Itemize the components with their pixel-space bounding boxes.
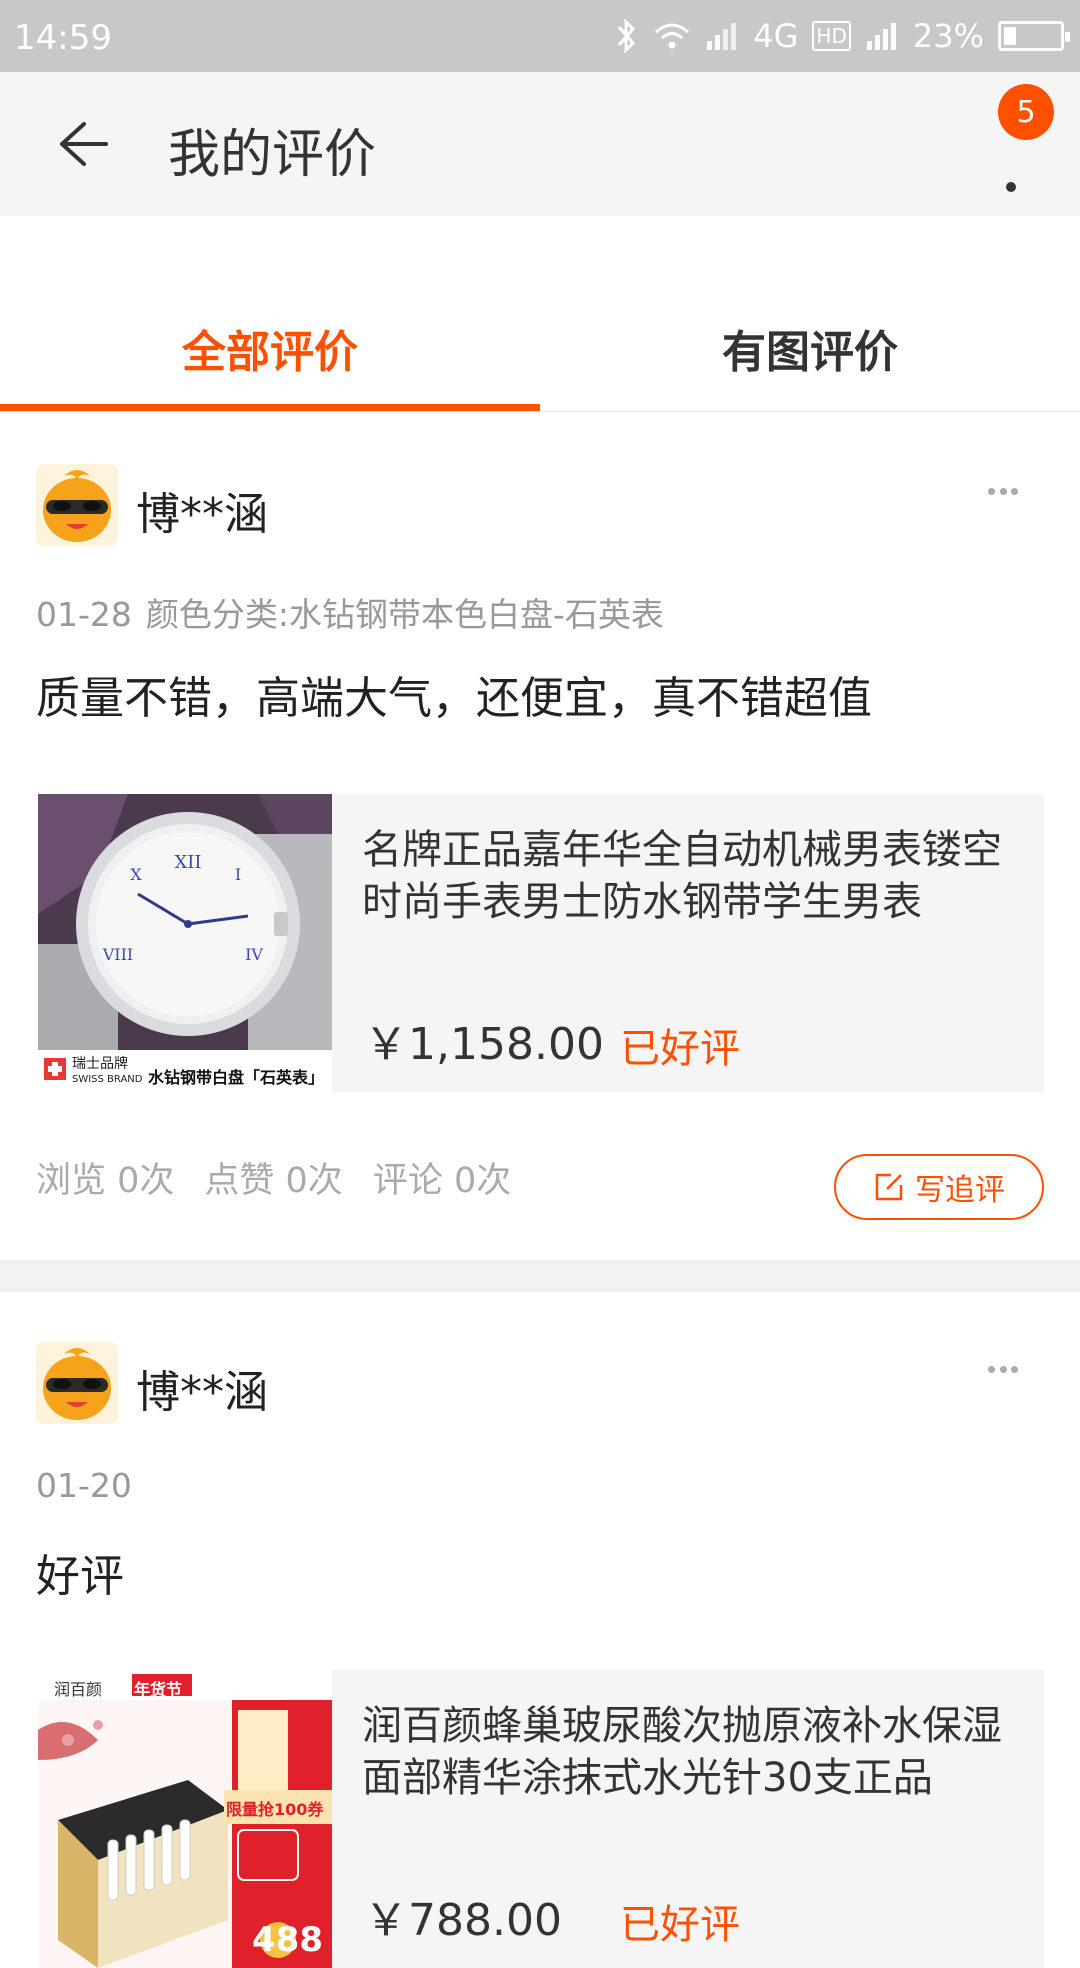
network-type: 4G	[753, 17, 799, 55]
product-card[interactable]: XII I X VIII IV 瑞士品牌 SWISS BRAND 水钻钢带白盘「…	[38, 794, 1044, 1092]
tab-all-reviews[interactable]: 全部评价	[0, 316, 540, 380]
active-tab-indicator	[0, 404, 540, 411]
signal-icon-2	[866, 23, 896, 50]
nav-bar: 我的评价	[0, 72, 1080, 216]
comment-count: 评论 0次	[372, 1161, 512, 1201]
card-separator	[0, 1260, 1080, 1292]
notification-badge: 5	[998, 84, 1054, 140]
svg-text:XII: XII	[174, 852, 201, 873]
image-promo: 实付满488送	[234, 1679, 320, 1695]
more-dot	[1006, 182, 1016, 192]
product-image: XII I X VIII IV 瑞士品牌 SWISS BRAND 水钻钢带白盘「…	[38, 794, 332, 1092]
arrow-left-icon	[60, 122, 108, 166]
svg-text:X: X	[130, 865, 142, 884]
wifi-icon	[655, 23, 690, 49]
avatar-image	[36, 464, 118, 546]
username: 博**涵	[136, 489, 268, 540]
product-price: ￥788.00	[364, 1895, 562, 1946]
review-text: 好评	[36, 1551, 124, 1602]
svg-text:VIII: VIII	[102, 945, 134, 964]
review-more-button[interactable]	[988, 1364, 1018, 1374]
review-date: 01-28	[36, 595, 132, 634]
image-caption-desc: 水钻钢带白盘「石英表」	[148, 1068, 325, 1087]
bluetooth-icon	[618, 18, 636, 54]
review-sku: 颜色分类:水钻钢带本色白盘-石英表	[145, 595, 664, 634]
image-tag: 年货节	[134, 1680, 183, 1699]
avatar-image	[36, 1342, 118, 1424]
username: 博**涵	[136, 1367, 268, 1418]
image-brand: 润百颜	[54, 1680, 103, 1699]
review-text: 质量不错，高端大气，还便宜，真不错超值	[36, 673, 872, 724]
status-bar: 14:59 4G HD 23%	[0, 0, 1080, 72]
avatar[interactable]	[36, 1342, 118, 1424]
view-count: 浏览 0次	[36, 1161, 175, 1201]
avatar[interactable]	[36, 464, 118, 546]
image-limit: 限量抢100券	[226, 1800, 324, 1819]
review-status: 已好评	[620, 1902, 740, 1948]
edit-icon	[875, 1173, 903, 1201]
review-card: 博**涵 01-20 好评 润百颜 年货节 实付满488送 限量抢100券 48…	[0, 1292, 1080, 1968]
review-stats: 浏览 0次 点赞 0次 评论 0次	[36, 1152, 511, 1203]
image-caption: 瑞士品牌 SWISS BRAND	[72, 1056, 143, 1085]
image-price: 488	[252, 1920, 323, 1960]
product-image: 润百颜 年货节 实付满488送 限量抢100券 488	[38, 1670, 332, 1968]
review-card: 博**涵 01-28 颜色分类:水钻钢带本色白盘-石英表 质量不错，高端大气，还便…	[0, 412, 1080, 1260]
write-followup-label: 写追评	[915, 1173, 1005, 1208]
tab-photo-reviews[interactable]: 有图评价	[540, 316, 1080, 380]
signal-icon	[707, 23, 737, 50]
like-count: 点赞 0次	[204, 1161, 343, 1201]
review-meta: 01-20	[36, 1466, 132, 1505]
product-card[interactable]: 润百颜 年货节 实付满488送 限量抢100券 488 润百颜蜂巢玻尿酸次抛原液…	[38, 1670, 1044, 1968]
review-meta: 01-28 颜色分类:水钻钢带本色白盘-石英表	[36, 588, 664, 636]
product-price: ￥1,158.00	[364, 1019, 604, 1070]
svg-text:IV: IV	[245, 945, 263, 964]
back-button[interactable]	[48, 112, 118, 176]
battery-level-fill	[1004, 27, 1016, 45]
hd-badge: HD	[812, 21, 851, 51]
write-followup-button[interactable]: 写追评	[834, 1154, 1044, 1220]
review-more-button[interactable]	[988, 486, 1018, 496]
review-status: 已好评	[620, 1026, 740, 1072]
review-tabs: 全部评价 有图评价	[0, 286, 1080, 412]
product-name: 名牌正品嘉年华全自动机械男表镂空时尚手表男士防水钢带学生男表	[362, 827, 1002, 925]
svg-text:I: I	[235, 865, 241, 884]
battery-icon	[998, 21, 1070, 51]
watch-image: XII I X VIII IV	[38, 794, 332, 1092]
review-date: 01-20	[36, 1466, 132, 1505]
product-name: 润百颜蜂巢玻尿酸次抛原液补水保湿面部精华涂抹式水光针30支正品	[362, 1703, 1002, 1801]
status-time: 14:59	[14, 18, 112, 58]
status-icons: 4G HD 23%	[615, 14, 1070, 58]
battery-percent: 23%	[912, 17, 984, 55]
page-title: 我的评价	[168, 125, 377, 185]
